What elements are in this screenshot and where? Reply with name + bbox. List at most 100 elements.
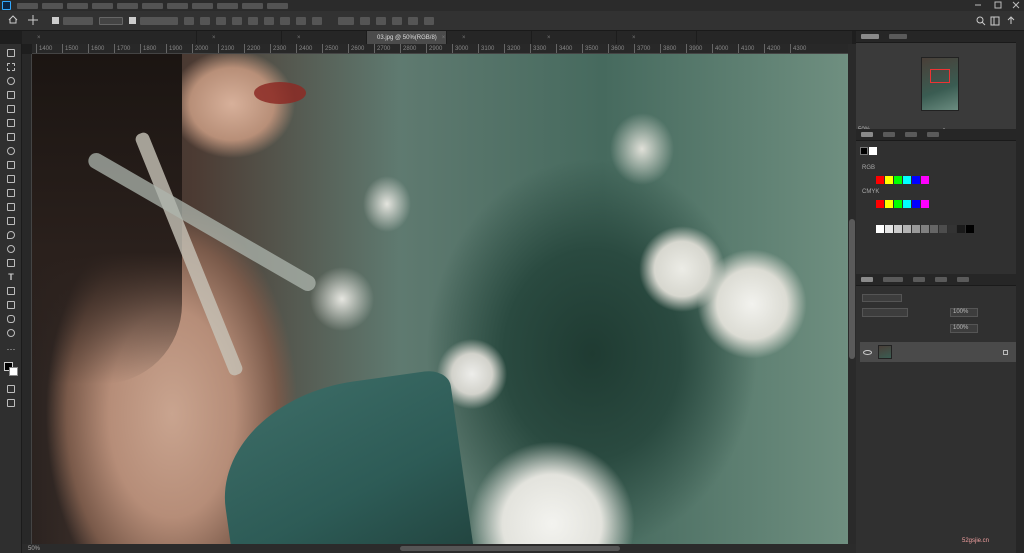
- distribute-2-icon[interactable]: [296, 16, 306, 25]
- distribute-icon[interactable]: [280, 16, 290, 25]
- color-swatch[interactable]: [921, 176, 929, 184]
- tab-patterns[interactable]: [927, 132, 939, 137]
- menu-item-image[interactable]: [67, 2, 88, 9]
- visibility-eye-icon[interactable]: [863, 349, 872, 355]
- tab-document[interactable]: ×: [447, 31, 532, 44]
- menu-item-type[interactable]: [117, 2, 138, 9]
- share-icon[interactable]: [1006, 16, 1016, 28]
- move-tool-icon[interactable]: [5, 48, 17, 58]
- tab-channels[interactable]: [913, 277, 925, 282]
- paint-bucket-tool-icon[interactable]: [5, 216, 17, 226]
- color-swatch[interactable]: [921, 200, 929, 208]
- color-swatch[interactable]: [912, 176, 920, 184]
- close-icon[interactable]: [1012, 1, 1020, 9]
- close-icon[interactable]: ×: [442, 35, 446, 41]
- marquee-tool-icon[interactable]: [5, 62, 17, 72]
- color-swatch[interactable]: [921, 225, 929, 233]
- menu-item-help[interactable]: [267, 2, 288, 9]
- brush-tool-icon[interactable]: [5, 160, 17, 170]
- color-swatch[interactable]: [930, 225, 938, 233]
- blur-tool-icon[interactable]: [5, 230, 17, 240]
- color-swatch[interactable]: [903, 200, 911, 208]
- menu-item-view[interactable]: [217, 2, 238, 9]
- close-icon[interactable]: ×: [462, 35, 466, 41]
- 3d-scale-icon[interactable]: [424, 16, 434, 25]
- edit-toolbar-icon[interactable]: ···: [5, 344, 17, 354]
- pen-tool-icon[interactable]: [5, 258, 17, 268]
- layer-filter-dropdown[interactable]: [862, 294, 902, 302]
- 3d-slide-icon[interactable]: [408, 16, 418, 25]
- menu-item-layer[interactable]: [92, 2, 113, 9]
- vertical-scrollbar[interactable]: [848, 44, 856, 544]
- show-transform-checkbox[interactable]: [129, 17, 136, 24]
- 3d-rotate-icon[interactable]: [360, 16, 370, 25]
- color-swatch[interactable]: [894, 176, 902, 184]
- close-icon[interactable]: ×: [547, 35, 551, 41]
- color-swatch[interactable]: [966, 225, 974, 233]
- navigator-view-box[interactable]: [930, 69, 950, 83]
- eyedropper-tool-icon[interactable]: [5, 132, 17, 142]
- lasso-tool-icon[interactable]: [5, 76, 17, 86]
- align-right-icon[interactable]: [216, 16, 226, 25]
- menu-item-select[interactable]: [142, 2, 163, 9]
- tab-document[interactable]: ×: [197, 31, 282, 44]
- image-canvas[interactable]: [32, 54, 848, 544]
- tab-layers[interactable]: [861, 277, 873, 282]
- background-color-swatch[interactable]: [9, 367, 18, 376]
- minimize-icon[interactable]: [974, 1, 982, 9]
- tab-history[interactable]: [883, 277, 903, 282]
- 3d-pan-icon[interactable]: [392, 16, 402, 25]
- frame-tool-icon[interactable]: [5, 118, 17, 128]
- history-brush-tool-icon[interactable]: [5, 188, 17, 198]
- workspace-icon[interactable]: [990, 16, 1000, 28]
- close-icon[interactable]: ×: [37, 35, 41, 41]
- hand-tool-icon[interactable]: [5, 314, 17, 324]
- swatch-group-label[interactable]: RGB: [862, 165, 875, 171]
- color-swatch[interactable]: [957, 225, 965, 233]
- more-options-icon[interactable]: [312, 16, 322, 25]
- align-bottom-icon[interactable]: [264, 16, 274, 25]
- color-swatch[interactable]: [912, 200, 920, 208]
- menu-item-window[interactable]: [242, 2, 263, 9]
- rectangle-tool-icon[interactable]: [5, 300, 17, 310]
- align-middle-icon[interactable]: [248, 16, 258, 25]
- color-swatch[interactable]: [903, 225, 911, 233]
- tab-document[interactable]: ×: [532, 31, 617, 44]
- navigator-thumbnail[interactable]: [921, 57, 959, 111]
- dodge-tool-icon[interactable]: [5, 244, 17, 254]
- healing-brush-tool-icon[interactable]: [5, 146, 17, 156]
- tab-color[interactable]: [861, 132, 873, 137]
- opacity-field[interactable]: 100%: [950, 308, 978, 317]
- tab-document[interactable]: ×: [22, 31, 197, 44]
- close-icon[interactable]: ×: [297, 35, 301, 41]
- fill-field[interactable]: 100%: [950, 324, 978, 333]
- screen-mode-icon[interactable]: [5, 398, 17, 408]
- color-swatch[interactable]: [885, 176, 893, 184]
- blend-mode-dropdown[interactable]: [862, 308, 908, 317]
- tab-document-active[interactable]: 03.jpg @ 50%(RGB/8) ×: [367, 31, 447, 44]
- color-swatch[interactable]: [885, 200, 893, 208]
- move-tool-icon[interactable]: [28, 14, 38, 27]
- color-swatch[interactable]: [912, 225, 920, 233]
- status-zoom[interactable]: 50%: [28, 546, 40, 552]
- color-swatch[interactable]: [948, 225, 956, 233]
- align-left-icon[interactable]: [184, 16, 194, 25]
- align-center-icon[interactable]: [200, 16, 210, 25]
- swatch-group-label[interactable]: CMYK: [862, 189, 879, 195]
- color-swatch[interactable]: [876, 225, 884, 233]
- crop-tool-icon[interactable]: [5, 104, 17, 114]
- layer-row-background[interactable]: [860, 342, 1016, 362]
- menu-item-3d[interactable]: [192, 2, 213, 9]
- tab-actions[interactable]: [957, 277, 969, 282]
- quick-mask-icon[interactable]: [5, 384, 17, 394]
- photoshop-logo-icon[interactable]: [2, 1, 11, 10]
- layer-thumbnail[interactable]: [878, 345, 892, 359]
- tab-document[interactable]: ×: [282, 31, 367, 44]
- close-icon[interactable]: ×: [212, 35, 216, 41]
- tab-paths[interactable]: [935, 277, 947, 282]
- eraser-tool-icon[interactable]: [5, 202, 17, 212]
- auto-select-checkbox[interactable]: [52, 17, 59, 24]
- type-tool-icon[interactable]: T: [5, 272, 17, 282]
- color-swatch[interactable]: [894, 225, 902, 233]
- scrollbar-thumb[interactable]: [849, 219, 855, 359]
